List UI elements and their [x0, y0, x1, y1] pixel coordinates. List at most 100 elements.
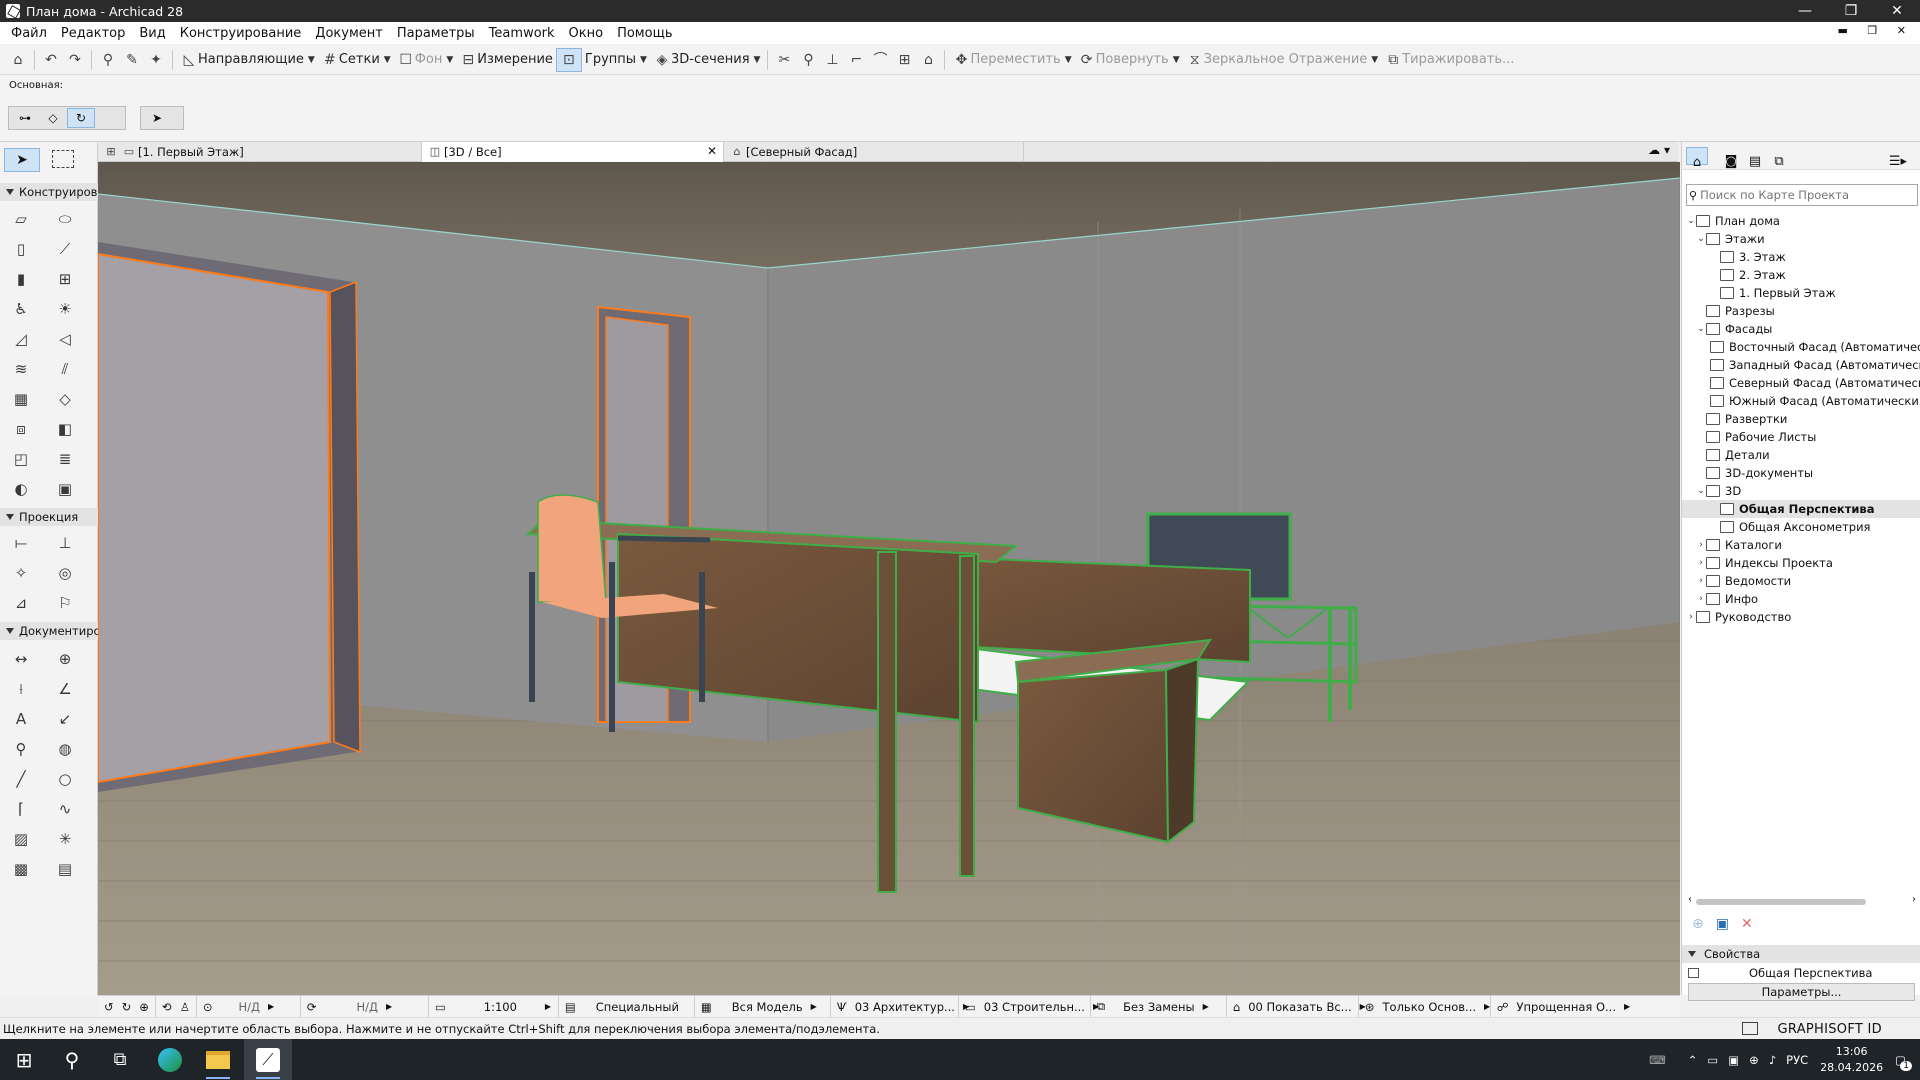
clock[interactable]: 13:06 28.04.2026	[1820, 1044, 1883, 1076]
arc-tool[interactable]: ○	[52, 768, 78, 790]
tree-item-interior-elevations[interactable]: Развертки	[1682, 410, 1920, 428]
doc-window-controls[interactable]: ▬ ❐ ✕	[1838, 24, 1914, 37]
partial-structure-field[interactable]: ☍ Упрощенная О... ▶	[1491, 996, 1630, 1017]
detail-tool[interactable]: ⊿	[8, 592, 34, 614]
tree-item-help[interactable]: › Руководство	[1682, 608, 1920, 626]
mesh-tool[interactable]: ◇	[52, 388, 78, 410]
language-indicator[interactable]: РУС	[1786, 1053, 1808, 1067]
edge-button[interactable]	[146, 1039, 194, 1080]
tab-north-elevation[interactable]: ⌂ [Северный Фасад]	[724, 142, 1024, 162]
tree-item-story-1[interactable]: 1. Первый Этаж	[1682, 284, 1920, 302]
guides-button[interactable]: ◺ Направляющие ▼	[177, 48, 318, 72]
landscape-tool[interactable]: ≣	[52, 448, 78, 470]
scale-field[interactable]: ▭ 1:100 ▶	[429, 996, 559, 1017]
resize-button[interactable]: ⊞	[892, 48, 916, 72]
fill-tool[interactable]: ▨	[8, 828, 34, 850]
shell-tool[interactable]: ◁	[52, 328, 78, 350]
text-tool[interactable]: A	[8, 708, 34, 730]
menu-edit[interactable]: Редактор	[54, 26, 132, 41]
volume-icon[interactable]: ♪	[1769, 1053, 1776, 1067]
geometry-method-button[interactable]: ⊶	[11, 108, 39, 128]
parameters-button[interactable]: Параметры...	[1688, 983, 1915, 1001]
menu-help[interactable]: Помощь	[610, 26, 679, 41]
structure-display-field[interactable]: ⊛ Только Основ... ▶	[1359, 996, 1491, 1017]
roof-button[interactable]: ⌂	[916, 48, 940, 72]
door-tool[interactable]: ▮	[8, 268, 34, 290]
start-button[interactable]: ⊞	[0, 1039, 48, 1080]
stair-tool[interactable]: ≋	[8, 358, 34, 380]
keyboard-icon[interactable]: ⌨	[1649, 1053, 1666, 1067]
hotspot-star-tool[interactable]: ✳	[52, 828, 78, 850]
pick-up-parameters-button[interactable]: ⚲	[96, 48, 120, 72]
move-button[interactable]: ✥ Переместить ▼	[949, 48, 1074, 72]
3d-viewport[interactable]	[98, 162, 1680, 995]
chevron-up-icon[interactable]: ⌃	[1688, 1053, 1698, 1067]
navigator-menu-button[interactable]: ☰▸	[1883, 147, 1913, 169]
globe-icon[interactable]: ⊕	[1749, 1053, 1759, 1067]
layer-combo-field[interactable]: Ѱ 03 Архитектур... ▶	[831, 996, 969, 1017]
chevron-left-icon[interactable]: ‹	[1688, 894, 1692, 905]
spline-tool[interactable]: ∿	[52, 798, 78, 820]
monitor-icon[interactable]: ▣	[1728, 1053, 1739, 1067]
wall-tool[interactable]: ▱	[8, 208, 34, 230]
multiply-button[interactable]: ⧉ Тиражировать...	[1381, 48, 1517, 72]
hotspot-tool[interactable]: ⚲	[8, 738, 34, 760]
undo-button[interactable]: ↶	[39, 48, 63, 72]
beam-tool[interactable]: ⟋	[52, 238, 78, 260]
level-dimension-tool[interactable]: ⟊	[8, 678, 34, 700]
properties-header[interactable]: Свойства	[1682, 945, 1920, 963]
battery-icon[interactable]: ▭	[1707, 1053, 1718, 1067]
section-tool[interactable]: ⟝	[8, 532, 34, 554]
menu-file[interactable]: Файл	[4, 26, 54, 41]
minimize-button[interactable]: —	[1782, 0, 1828, 22]
menu-window[interactable]: Окно	[562, 26, 611, 41]
elevation-tool[interactable]: ⊥	[52, 532, 78, 554]
zoom-field[interactable]: ⊙ Н/Д ▶	[197, 996, 301, 1017]
publisher-tab[interactable]: ⧉	[1768, 147, 1790, 169]
tab-menu-icon[interactable]: ☁ ▾	[1648, 143, 1670, 157]
intersect-button[interactable]: ⌐	[844, 48, 868, 72]
opening-tool[interactable]: ◐	[8, 478, 34, 500]
tree-item-stories[interactable]: ⌄ Этажи	[1682, 230, 1920, 248]
chevron-right-icon[interactable]: ›	[1912, 894, 1916, 905]
menu-options[interactable]: Параметры	[390, 26, 482, 41]
archicad-taskbar-button[interactable]: ⟋	[244, 1039, 292, 1080]
tree-item-story-2[interactable]: 2. Этаж	[1682, 266, 1920, 284]
tree-item-worksheets[interactable]: Рабочие Листы	[1682, 428, 1920, 446]
search-taskbar-button[interactable]: ⚲	[48, 1039, 96, 1080]
toolbox-section-viewpoints[interactable]: Проекция	[0, 508, 98, 526]
groups-toggle[interactable]: ⊡	[555, 47, 582, 72]
selection-shape-button[interactable]: ◇	[39, 108, 67, 128]
tree-item-schedules[interactable]: › Каталоги	[1682, 536, 1920, 554]
model-view-field[interactable]: ▦ Вся Модель ▶	[695, 996, 831, 1017]
object-tool[interactable]: ♿	[8, 298, 34, 320]
magic-wand-button[interactable]: ✦	[144, 48, 168, 72]
arrow-tool-button[interactable]: ➤	[143, 108, 171, 128]
window-tool[interactable]: ⊞	[52, 268, 78, 290]
drawing-tool[interactable]: ▤	[52, 858, 78, 880]
navigator-search-input[interactable]	[1700, 188, 1901, 202]
slab-tool[interactable]: ⬭	[52, 208, 78, 230]
tree-item-story-3[interactable]: 3. Этаж	[1682, 248, 1920, 266]
close-button[interactable]: ✕	[1874, 0, 1920, 22]
grids-button[interactable]: # Сетки ▼	[318, 48, 394, 72]
delete-button[interactable]: ✕	[1741, 916, 1753, 932]
tree-item-project-indexes[interactable]: › Индексы Проекта	[1682, 554, 1920, 572]
new-viewpoint-button[interactable]: ⊕	[1692, 916, 1704, 932]
zone-tool[interactable]: ◧	[52, 418, 78, 440]
groups-button[interactable]: Группы ▼	[582, 48, 650, 72]
tree-item-lists[interactable]: › Ведомости	[1682, 572, 1920, 590]
change-tool[interactable]: ⚐	[52, 592, 78, 614]
marquee-tool[interactable]	[52, 150, 74, 168]
arrow-tool[interactable]: ➤	[4, 148, 40, 172]
radial-dimension-tool[interactable]: ⊕	[52, 648, 78, 670]
layout-book-tab[interactable]: ▤	[1744, 147, 1766, 169]
toolbox-section-document[interactable]: Документиро	[0, 622, 98, 640]
tree-item-details[interactable]: Детали	[1682, 446, 1920, 464]
background-button[interactable]: ☐ Фон ▼	[394, 48, 457, 72]
inject-parameters-button[interactable]: ✎	[120, 48, 144, 72]
orbit-button[interactable]: ⟲ ♙	[156, 996, 197, 1017]
pen-set-field[interactable]: ▤ Специальный	[559, 996, 695, 1017]
column-tool[interactable]: ▯	[8, 238, 34, 260]
skylight-tool[interactable]: ◰	[8, 448, 34, 470]
